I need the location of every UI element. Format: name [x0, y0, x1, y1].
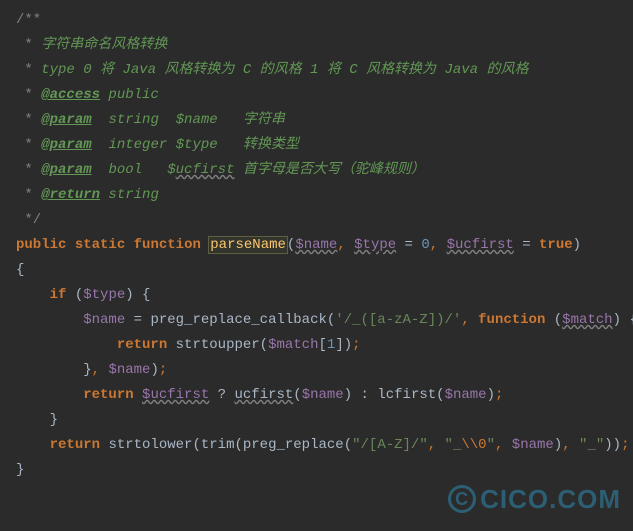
- brace-open: {: [0, 258, 633, 283]
- function-name: parseName: [209, 237, 287, 253]
- code-editor[interactable]: /** * 字符串命名风格转换 * type 0 将 Java 风格转换为 C …: [0, 8, 633, 483]
- docblock-line: * @param integer $type 转换类型: [0, 133, 633, 158]
- function-signature: public static function parseName($name, …: [0, 233, 633, 258]
- if-close: }: [0, 408, 633, 433]
- watermark-icon: C: [448, 485, 476, 513]
- docblock-line: * 字符串命名风格转换: [0, 33, 633, 58]
- docblock-tag: @param: [41, 137, 91, 153]
- docblock-line: * @param bool $ucfirst 首字母是否大写（驼峰规则）: [0, 158, 633, 183]
- docblock-line: * type 0 将 Java 风格转换为 C 的风格 1 将 C 风格转换为 …: [0, 58, 633, 83]
- docblock-tag: @access: [41, 87, 100, 103]
- docblock-line: * @return string: [0, 183, 633, 208]
- docblock-line: * @access public: [0, 83, 633, 108]
- assignment: $name = preg_replace_callback('/_([a-zA-…: [0, 308, 633, 333]
- brace-close: }: [0, 458, 633, 483]
- docblock-tag: @param: [41, 112, 91, 128]
- return-final: return strtolower(trim(preg_replace("/[A…: [0, 433, 633, 458]
- return-inner: return strtoupper($match[1]);: [0, 333, 633, 358]
- watermark: C CICO.COM: [448, 485, 621, 513]
- callback-close: }, $name);: [0, 358, 633, 383]
- docblock-tag: @return: [41, 187, 100, 203]
- docblock-tag: @param: [41, 162, 91, 178]
- docblock-close: */: [0, 208, 633, 233]
- docblock-line: * @param string $name 字符串: [0, 108, 633, 133]
- return-ternary: return $ucfirst ? ucfirst($name) : lcfir…: [0, 383, 633, 408]
- if-statement: if ($type) {: [0, 283, 633, 308]
- watermark-text: CICO.COM: [480, 487, 621, 512]
- docblock-open: /**: [0, 8, 633, 33]
